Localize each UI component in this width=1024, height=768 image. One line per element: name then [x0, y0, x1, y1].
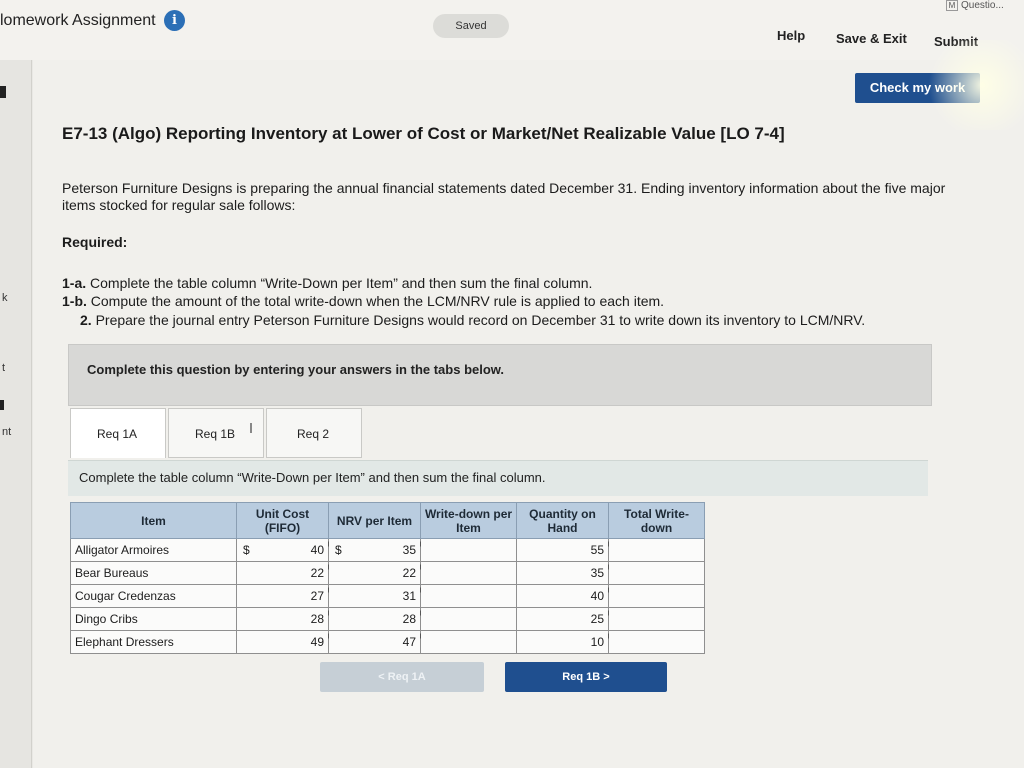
quantity-cell: 25	[516, 607, 612, 631]
total-write-down-input[interactable]	[608, 607, 705, 631]
requirement-tag: 1-a.	[62, 275, 87, 291]
requirement-2: 2. Prepare the journal entry Peterson Fu…	[80, 312, 865, 328]
write-down-input[interactable]	[420, 630, 517, 654]
requirement-text: Prepare the journal entry Peterson Furni…	[95, 312, 866, 328]
total-write-down-input[interactable]	[608, 538, 705, 562]
write-down-input[interactable]	[420, 607, 517, 631]
requirement-1a: 1-a. Complete the table column “Write-Do…	[62, 275, 592, 291]
item-name: Bear Bureaus	[70, 561, 237, 585]
column-header-write-down: Write-down per Item	[420, 502, 517, 539]
nrv-value: 35	[402, 543, 416, 557]
column-header-total: Total Write-down	[608, 502, 705, 539]
unit-cost-cell: $40	[236, 538, 332, 562]
problem-title: E7-13 (Algo) Reporting Inventory at Lowe…	[62, 124, 785, 143]
unit-cost-cell: 28	[236, 607, 332, 631]
tab-req-2[interactable]: Req 2	[266, 408, 362, 458]
unit-cost-cell: 27	[236, 584, 332, 608]
instructions-panel: Complete this question by entering your …	[68, 344, 932, 406]
column-header-item: Item	[70, 502, 237, 539]
requirement-text: Compute the amount of the total write-do…	[90, 293, 665, 309]
nrv-cell: 28	[328, 607, 424, 631]
table-row: Bear Bureaus 22 22 35	[70, 561, 705, 585]
info-icon[interactable]: i	[164, 10, 185, 31]
requirement-tag: 2.	[80, 312, 92, 328]
column-header-nrv: NRV per Item	[328, 502, 421, 539]
requirement-text: Complete the table column “Write-Down pe…	[90, 275, 593, 291]
item-name: Dingo Cribs	[70, 607, 237, 631]
rail-marker-icon	[0, 86, 6, 98]
write-down-input[interactable]	[420, 538, 517, 562]
rail-fragment-3[interactable]: nt	[2, 426, 11, 438]
top-bar: lomework Assignment i Saved M Questio... …	[0, 0, 1024, 60]
total-write-down-input[interactable]	[608, 561, 705, 585]
unit-cost-value: 40	[310, 543, 324, 557]
table-header-row: Item Unit Cost (FIFO) NRV per Item Write…	[70, 502, 705, 539]
write-down-input[interactable]	[420, 561, 517, 585]
tab-req-1b[interactable]: Req 1B	[168, 408, 264, 458]
question-badge[interactable]: M Questio...	[946, 0, 1024, 12]
item-name: Cougar Credenzas	[70, 584, 237, 608]
tab-instructions-panel: Complete the table column “Write-Down pe…	[68, 460, 928, 496]
write-down-input[interactable]	[420, 584, 517, 608]
tab-instructions-text: Complete the table column “Write-Down pe…	[79, 470, 546, 485]
save-exit-link[interactable]: Save & Exit	[836, 31, 907, 46]
m-icon: M	[946, 0, 958, 11]
saved-status-pill: Saved	[433, 14, 509, 38]
required-label: Required:	[62, 234, 128, 250]
nrv-cell: $35	[328, 538, 424, 562]
rail-fragment-2[interactable]: t	[2, 362, 5, 374]
table-row: Dingo Cribs 28 28 25	[70, 607, 705, 631]
unit-cost-cell: 22	[236, 561, 332, 585]
table-row: Cougar Credenzas 27 31 40	[70, 584, 705, 608]
assignment-title: lomework Assignment	[0, 12, 156, 29]
currency-symbol: $	[243, 543, 250, 557]
problem-intro: Peterson Furniture Designs is preparing …	[62, 180, 946, 213]
question-badge-label: Questio...	[961, 0, 1004, 11]
quantity-cell: 55	[516, 538, 612, 562]
rail-fragment-1[interactable]: k	[2, 292, 8, 304]
previous-req-1a-button[interactable]: < Req 1A	[320, 662, 484, 692]
requirement-tag: 1-b.	[62, 293, 87, 309]
unit-cost-cell: 49	[236, 630, 332, 654]
quantity-cell: 40	[516, 584, 612, 608]
currency-symbol: $	[335, 543, 342, 557]
nrv-cell: 31	[328, 584, 424, 608]
item-name: Alligator Armoires	[70, 538, 237, 562]
cursor-caret	[250, 423, 252, 433]
inventory-table: Item Unit Cost (FIFO) NRV per Item Write…	[70, 502, 705, 654]
quantity-cell: 10	[516, 630, 612, 654]
quantity-cell: 35	[516, 561, 612, 585]
table-row: Alligator Armoires $40 $35 55	[70, 538, 705, 562]
tab-req-1a[interactable]: Req 1A	[70, 408, 166, 458]
nrv-cell: 22	[328, 561, 424, 585]
total-write-down-input[interactable]	[608, 584, 705, 608]
item-name: Elephant Dressers	[70, 630, 237, 654]
column-header-unit-cost: Unit Cost (FIFO)	[236, 502, 329, 539]
table-row: Elephant Dressers 49 47 10	[70, 630, 705, 654]
screen-glare	[920, 40, 1024, 130]
rail-marker-icon	[0, 400, 4, 410]
column-header-quantity: Quantity on Hand	[516, 502, 609, 539]
help-link[interactable]: Help	[777, 28, 805, 43]
requirement-1b: 1-b. Compute the amount of the total wri…	[62, 293, 664, 309]
instructions-text: Complete this question by entering your …	[87, 362, 505, 377]
total-write-down-input[interactable]	[608, 630, 705, 654]
nrv-cell: 47	[328, 630, 424, 654]
left-sidebar: k t nt	[0, 60, 32, 768]
next-req-1b-button[interactable]: Req 1B >	[505, 662, 667, 692]
